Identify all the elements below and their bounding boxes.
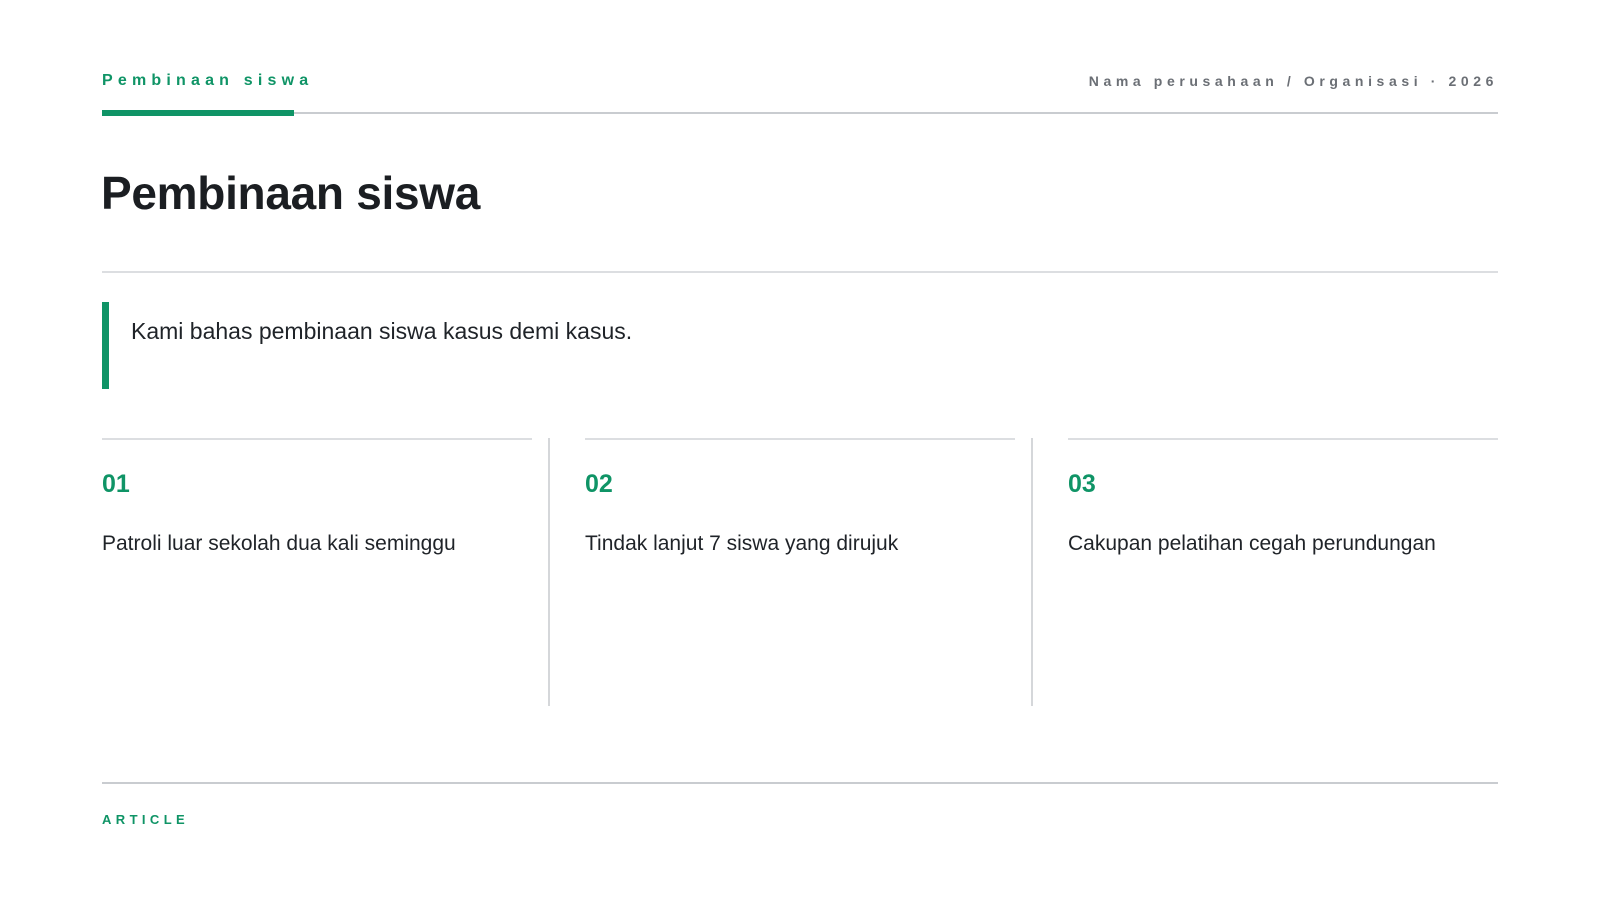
card-text: Cakupan pelatihan cegah perundungan bbox=[1068, 532, 1436, 555]
card-number: 02 bbox=[585, 470, 613, 498]
quote-accent-bar bbox=[102, 302, 109, 389]
card-number: 03 bbox=[1068, 470, 1096, 498]
card-number: 01 bbox=[102, 470, 130, 498]
header-meta: Nama perusahaan / Organisasi · 2026 bbox=[1088, 73, 1498, 89]
title-divider bbox=[102, 271, 1498, 273]
header-kicker: Pembinaan siswa bbox=[102, 72, 314, 89]
card-divider bbox=[1031, 438, 1033, 706]
page-header: Pembinaan siswa Nama perusahaan / Organi… bbox=[102, 68, 1498, 118]
card-text: Tindak lanjut 7 siswa yang dirujuk bbox=[585, 532, 899, 555]
card-1: 01 Patroli luar sekolah dua kali semingg… bbox=[102, 438, 532, 706]
card-divider bbox=[548, 438, 550, 706]
slide-page: Pembinaan siswa Nama perusahaan / Organi… bbox=[0, 0, 1598, 900]
header-rule bbox=[102, 112, 1498, 114]
page-title: Pembinaan siswa bbox=[101, 167, 480, 219]
footer-label: ARTICLE bbox=[102, 812, 190, 827]
cards-row: 01 Patroli luar sekolah dua kali semingg… bbox=[102, 438, 1498, 706]
card-3: 03 Cakupan pelatihan cegah perundungan bbox=[1068, 438, 1498, 706]
quote-text: Kami bahas pembinaan siswa kasus demi ka… bbox=[131, 318, 633, 344]
footer-rule bbox=[102, 782, 1498, 784]
card-text: Patroli luar sekolah dua kali seminggu bbox=[102, 532, 456, 555]
quote-block: Kami bahas pembinaan siswa kasus demi ka… bbox=[102, 302, 1498, 389]
header-accent-bar bbox=[102, 110, 294, 116]
card-2: 02 Tindak lanjut 7 siswa yang dirujuk bbox=[585, 438, 1015, 706]
